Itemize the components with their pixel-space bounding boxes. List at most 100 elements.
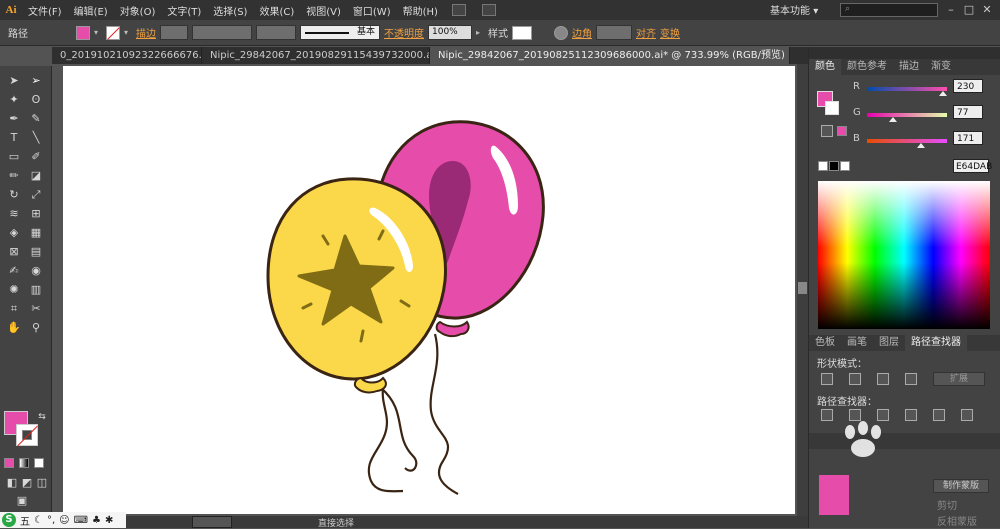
- bridge-icon[interactable]: [451, 4, 466, 16]
- sogou-icon[interactable]: S: [2, 513, 16, 527]
- direct-selection-tool-icon[interactable]: ➢: [28, 74, 44, 88]
- stroke-swatch[interactable]: [106, 25, 120, 40]
- minimize-icon[interactable]: –: [944, 3, 958, 17]
- exclude-icon[interactable]: [905, 373, 917, 385]
- menu-edit[interactable]: 编辑(E): [68, 3, 114, 18]
- tab-document-1[interactable]: 0_20191021092322666676.ai✕: [52, 47, 202, 64]
- slider-knob[interactable]: [889, 117, 897, 122]
- moon-icon[interactable]: ☾: [34, 515, 43, 526]
- menu-object[interactable]: 对象(O): [114, 3, 162, 18]
- tab-stroke[interactable]: 描边: [893, 59, 925, 75]
- fill-dropdown-icon[interactable]: ▾: [94, 28, 102, 37]
- swap-fill-stroke-icon[interactable]: ⇆: [34, 410, 50, 424]
- hex-input[interactable]: E64DAB: [953, 159, 992, 173]
- draw-behind-icon[interactable]: ◩: [19, 476, 35, 490]
- brush-field[interactable]: [256, 25, 296, 40]
- intersect-icon[interactable]: [877, 373, 889, 385]
- keyboard-icon[interactable]: ⌨: [74, 515, 88, 526]
- type-tool-icon[interactable]: T: [6, 131, 22, 145]
- stroke-style-select[interactable]: 基本: [300, 25, 380, 40]
- tab-color[interactable]: 颜色: [809, 59, 841, 75]
- skin-icon[interactable]: ♣: [92, 515, 101, 526]
- white-swatch[interactable]: [840, 161, 850, 171]
- line-tool-icon[interactable]: ╲: [28, 131, 44, 145]
- paintbrush-icon[interactable]: ✐: [28, 150, 44, 164]
- slider-track[interactable]: [867, 87, 947, 91]
- draw-inside-icon[interactable]: ◫: [34, 476, 50, 490]
- menu-effect[interactable]: 效果(C): [253, 3, 300, 18]
- tab-document-3[interactable]: Nipic_29842067_20190825112309686000.ai* …: [430, 47, 790, 64]
- slider-track[interactable]: [867, 139, 947, 143]
- gradient-tool-icon[interactable]: ▤: [28, 245, 44, 259]
- magic-wand-icon[interactable]: ✦: [6, 93, 22, 107]
- corner-radius-field[interactable]: [596, 25, 632, 40]
- curvature-tool-icon[interactable]: ✎: [28, 112, 44, 126]
- search-input[interactable]: ⌕: [840, 3, 938, 17]
- tab-layers[interactable]: 图层: [873, 335, 905, 351]
- slider-r[interactable]: R 230: [809, 79, 1000, 97]
- lasso-icon[interactable]: ʘ: [28, 93, 44, 107]
- slice-tool-icon[interactable]: ✂: [28, 302, 44, 316]
- unite-icon[interactable]: [821, 373, 833, 385]
- color-spectrum[interactable]: [818, 181, 990, 329]
- selection-tool-icon[interactable]: ➤: [6, 74, 22, 88]
- eyedropper-icon[interactable]: ✍: [6, 264, 22, 278]
- stroke-color-box[interactable]: [16, 424, 38, 446]
- warp-tool-icon[interactable]: ≋: [6, 207, 22, 221]
- menu-window[interactable]: 窗口(W): [347, 3, 397, 18]
- opacity-field[interactable]: 100%: [428, 25, 472, 40]
- expand-button[interactable]: 扩展: [933, 372, 985, 386]
- menu-file[interactable]: 文件(F): [22, 3, 68, 18]
- draw-normal-icon[interactable]: ◧: [4, 476, 20, 490]
- recolor-icon[interactable]: [554, 25, 568, 40]
- maximize-icon[interactable]: □: [962, 3, 976, 17]
- gradient-mode-icon[interactable]: [19, 458, 29, 468]
- pen-tool-icon[interactable]: ✒: [6, 112, 22, 126]
- fill-swatch[interactable]: [76, 25, 90, 40]
- variable-width-field[interactable]: [192, 25, 252, 40]
- rectangle-tool-icon[interactable]: ▭: [6, 150, 22, 164]
- artboard-tool-icon[interactable]: ⌗: [6, 302, 22, 316]
- symbol-sprayer-icon[interactable]: ✺: [6, 283, 22, 297]
- wrench-icon[interactable]: ✱: [105, 515, 113, 526]
- shape-builder-icon[interactable]: ◈: [6, 226, 22, 240]
- corner-label[interactable]: 边角: [572, 25, 592, 40]
- minus-front-icon[interactable]: [849, 373, 861, 385]
- punctuation-icon[interactable]: °,: [47, 515, 55, 526]
- stroke-weight-field[interactable]: [160, 25, 188, 40]
- rotate-tool-icon[interactable]: ↻: [6, 188, 22, 202]
- align-label[interactable]: 对齐: [636, 25, 656, 40]
- color-mode-icon[interactable]: [4, 458, 14, 468]
- tab-swatches[interactable]: 色板: [809, 335, 841, 351]
- none-mode-icon[interactable]: [34, 458, 44, 468]
- invert-mask-checkbox[interactable]: 反相蒙版: [937, 513, 977, 528]
- perspective-grid-icon[interactable]: ▦: [28, 226, 44, 240]
- slider-g[interactable]: G 77: [809, 105, 1000, 123]
- emoji-icon[interactable]: ☺: [59, 515, 69, 526]
- menu-type[interactable]: 文字(T): [161, 3, 207, 18]
- stroke-label[interactable]: 描边: [136, 25, 156, 40]
- slider-track[interactable]: [867, 113, 947, 117]
- menu-help[interactable]: 帮助(H): [397, 3, 444, 18]
- none-color-icon[interactable]: [818, 161, 828, 171]
- slider-b[interactable]: B 171: [809, 131, 1000, 149]
- channel-value[interactable]: 77: [953, 105, 983, 119]
- artboard[interactable]: [63, 66, 795, 514]
- close-icon[interactable]: ✕: [980, 3, 994, 17]
- hand-tool-icon[interactable]: ✋: [6, 321, 22, 335]
- channel-value[interactable]: 230: [953, 79, 983, 93]
- tab-document-2[interactable]: Nipic_29842067_20190829115439732000.ai*✕: [202, 47, 430, 64]
- free-transform-icon[interactable]: ⊞: [28, 207, 44, 221]
- menu-view[interactable]: 视图(V): [300, 3, 347, 18]
- mesh-tool-icon[interactable]: ⊠: [6, 245, 22, 259]
- column-graph-icon[interactable]: ▥: [28, 283, 44, 297]
- slider-knob[interactable]: [939, 91, 947, 96]
- eraser-icon[interactable]: ◪: [28, 169, 44, 183]
- graphic-style-swatch[interactable]: [512, 25, 532, 40]
- tab-pathfinder[interactable]: 路径查找器: [905, 335, 967, 351]
- stroke-dropdown-icon[interactable]: ▾: [124, 28, 132, 37]
- opacity-arrow-icon[interactable]: ▸: [476, 28, 484, 37]
- panel-collapse-bar[interactable]: [809, 47, 1000, 59]
- arrange-documents-icon[interactable]: [481, 4, 496, 16]
- scroll-thumb[interactable]: [798, 282, 807, 294]
